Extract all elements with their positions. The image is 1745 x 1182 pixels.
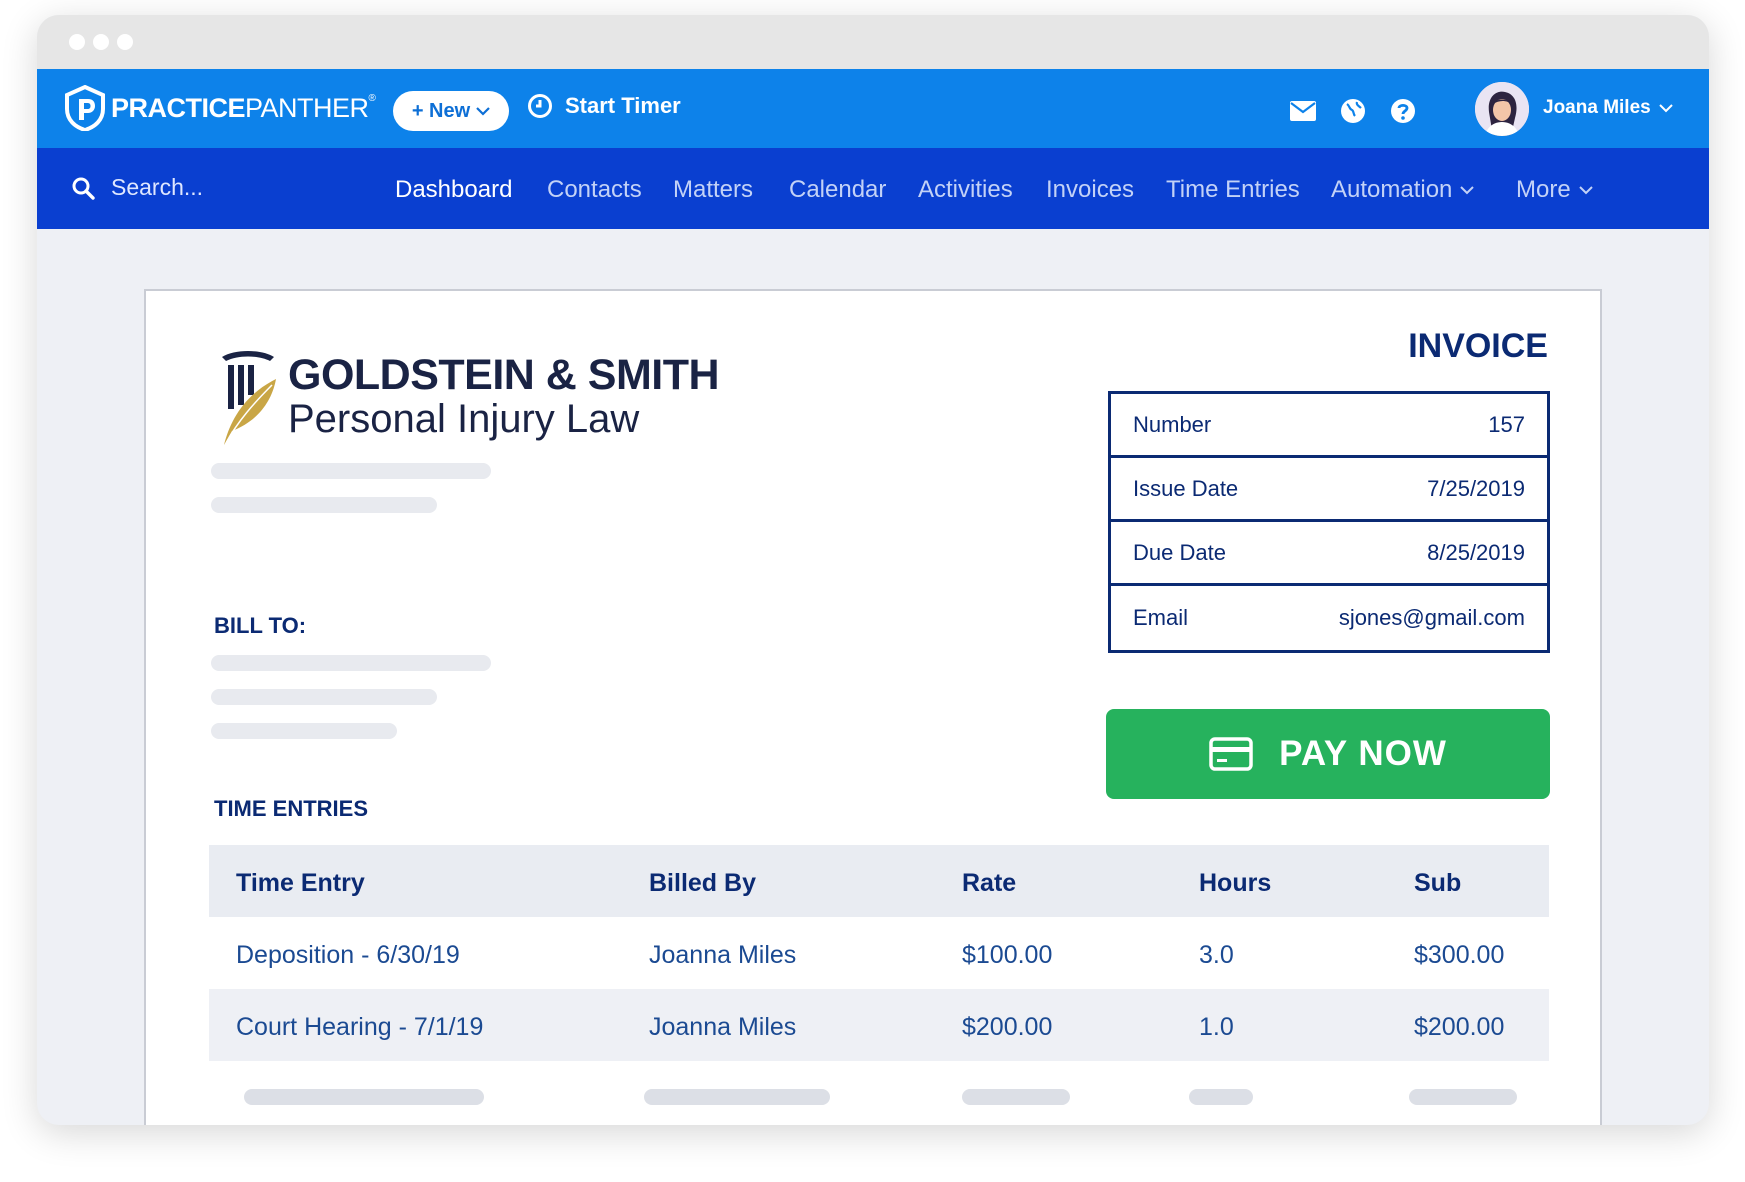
placeholder-line: [1409, 1089, 1517, 1105]
brand-bold: PRACTICE: [111, 92, 246, 123]
meta-label: Email: [1133, 605, 1189, 630]
invoice-document: GOLDSTEIN & SMITH Personal Injury Law BI…: [144, 289, 1602, 1125]
table-cell: $300.00: [1414, 941, 1505, 969]
top-bar: PRACTICEPANTHER® + New Start Timer Joana…: [37, 69, 1709, 148]
user-menu[interactable]: Joana Miles: [1543, 97, 1673, 119]
placeholder-line: [644, 1089, 830, 1105]
nav-activities[interactable]: Activities: [918, 176, 1013, 204]
meta-value: sjones@gmail.com: [1338, 605, 1525, 630]
nav-matters[interactable]: Matters: [673, 176, 753, 204]
bill-to-heading: BILL TO:: [214, 613, 307, 638]
meta-row-due-date: Due Date 8/25/2019: [1111, 522, 1547, 586]
meta-row-email: Email sjones@gmail.com: [1111, 586, 1547, 650]
invoice-meta-table: Number 157 Issue Date 7/25/2019 Due Date…: [1108, 391, 1550, 653]
placeholder-line: [211, 497, 437, 513]
firm-name: GOLDSTEIN & SMITH: [288, 351, 720, 399]
firm-subtitle: Personal Injury Law: [288, 397, 640, 441]
browser-window: PRACTICEPANTHER® + New Start Timer Joana…: [37, 15, 1709, 1125]
globe-icon: [1341, 99, 1365, 123]
help-icon: [1391, 99, 1415, 123]
window-chrome: [37, 15, 1709, 69]
column-header: Time Entry: [236, 869, 365, 897]
mail-icon: [1290, 101, 1316, 121]
table-row: Deposition - 6/30/19 Joanna Miles $100.0…: [209, 917, 1549, 989]
chevron-down-icon: [1460, 186, 1475, 195]
main-nav: Search... Dashboard Contacts Matters Cal…: [37, 148, 1709, 229]
table-cell: 3.0: [1199, 941, 1234, 969]
column-header: Sub: [1414, 869, 1462, 897]
brand-mark: ®: [368, 92, 376, 104]
table-cell: Joanna Miles: [649, 1013, 797, 1041]
panther-logo-icon: [65, 85, 105, 131]
time-entries-heading: TIME ENTRIES: [214, 796, 369, 821]
table-row: Court Hearing - 7/1/19 Joanna Miles $200…: [209, 989, 1549, 1061]
time-entries-table: Time Entry Billed By Rate Hours Sub Depo…: [209, 845, 1549, 1125]
search-icon: [72, 177, 95, 200]
credit-card-icon: [1209, 737, 1253, 771]
meta-value: 7/25/2019: [1427, 475, 1525, 501]
brand-light: PANTHER: [245, 92, 369, 123]
mail-button[interactable]: [1289, 97, 1317, 125]
window-dot-minimize[interactable]: [93, 34, 109, 50]
nav-more[interactable]: More: [1516, 176, 1593, 204]
meta-label: Number: [1133, 411, 1212, 437]
table-header: Time Entry Billed By Rate Hours Sub: [209, 845, 1549, 917]
meta-row-issue-date: Issue Date 7/25/2019: [1111, 458, 1547, 522]
column-header: Rate: [962, 869, 1017, 897]
table-cell: $200.00: [962, 1013, 1053, 1041]
meta-label: Due Date: [1133, 539, 1226, 565]
nav-automation-label: Automation: [1331, 176, 1453, 203]
nav-calendar[interactable]: Calendar: [789, 176, 886, 204]
nav-more-label: More: [1516, 176, 1571, 203]
nav-dashboard[interactable]: Dashboard: [395, 176, 512, 204]
window-dot-maximize[interactable]: [117, 34, 133, 50]
user-name: Joana Miles: [1543, 97, 1651, 118]
search-placeholder: Search...: [111, 174, 204, 200]
nav-time-entries[interactable]: Time Entries: [1166, 176, 1300, 204]
table-cell: $100.00: [962, 941, 1053, 969]
globe-button[interactable]: [1339, 97, 1367, 125]
column-header: Hours: [1199, 869, 1272, 897]
table-cell: Deposition - 6/30/19: [236, 941, 460, 969]
table-cell: Joanna Miles: [649, 941, 797, 969]
invoice-title: INVOICE: [1408, 327, 1548, 365]
help-button[interactable]: [1389, 97, 1417, 125]
start-timer-button[interactable]: Start Timer: [527, 93, 681, 119]
table-row-placeholder: [209, 1061, 1549, 1125]
placeholder-line: [211, 723, 397, 739]
start-timer-label: Start Timer: [565, 93, 681, 118]
user-avatar-icon: [1475, 82, 1529, 136]
chevron-down-icon: [1578, 186, 1593, 195]
placeholder-line: [211, 655, 491, 671]
app-logo[interactable]: PRACTICEPANTHER®: [63, 85, 376, 131]
nav-contacts[interactable]: Contacts: [547, 176, 642, 204]
chevron-down-icon: [476, 107, 490, 116]
placeholder-line: [1189, 1089, 1253, 1105]
meta-label: Issue Date: [1133, 475, 1239, 501]
placeholder-line: [211, 463, 491, 479]
firm-logo-icon: [222, 351, 276, 445]
chevron-down-icon: [1659, 104, 1673, 113]
window-dot-close[interactable]: [69, 34, 85, 50]
placeholder-line: [244, 1089, 484, 1105]
search-input[interactable]: Search...: [71, 174, 203, 201]
table-cell: Court Hearing - 7/1/19: [236, 1013, 484, 1041]
new-button[interactable]: + New: [393, 91, 509, 131]
avatar[interactable]: [1475, 82, 1529, 136]
meta-row-number: Number 157: [1111, 394, 1547, 458]
brand-name: PRACTICEPANTHER®: [111, 92, 376, 124]
table-cell: 1.0: [1199, 1013, 1234, 1041]
placeholder-line: [211, 689, 437, 705]
column-header: Billed By: [649, 869, 756, 897]
new-button-label: + New: [411, 99, 471, 122]
meta-value: 8/25/2019: [1427, 539, 1525, 565]
pay-now-label: PAY NOW: [1279, 734, 1447, 773]
clock-icon: [528, 94, 552, 118]
nav-automation[interactable]: Automation: [1331, 176, 1475, 204]
pay-now-button[interactable]: PAY NOW: [1106, 709, 1550, 799]
table-cell: $200.00: [1414, 1013, 1505, 1041]
nav-invoices[interactable]: Invoices: [1046, 176, 1134, 204]
placeholder-line: [962, 1089, 1070, 1105]
meta-value: 157: [1488, 411, 1525, 437]
